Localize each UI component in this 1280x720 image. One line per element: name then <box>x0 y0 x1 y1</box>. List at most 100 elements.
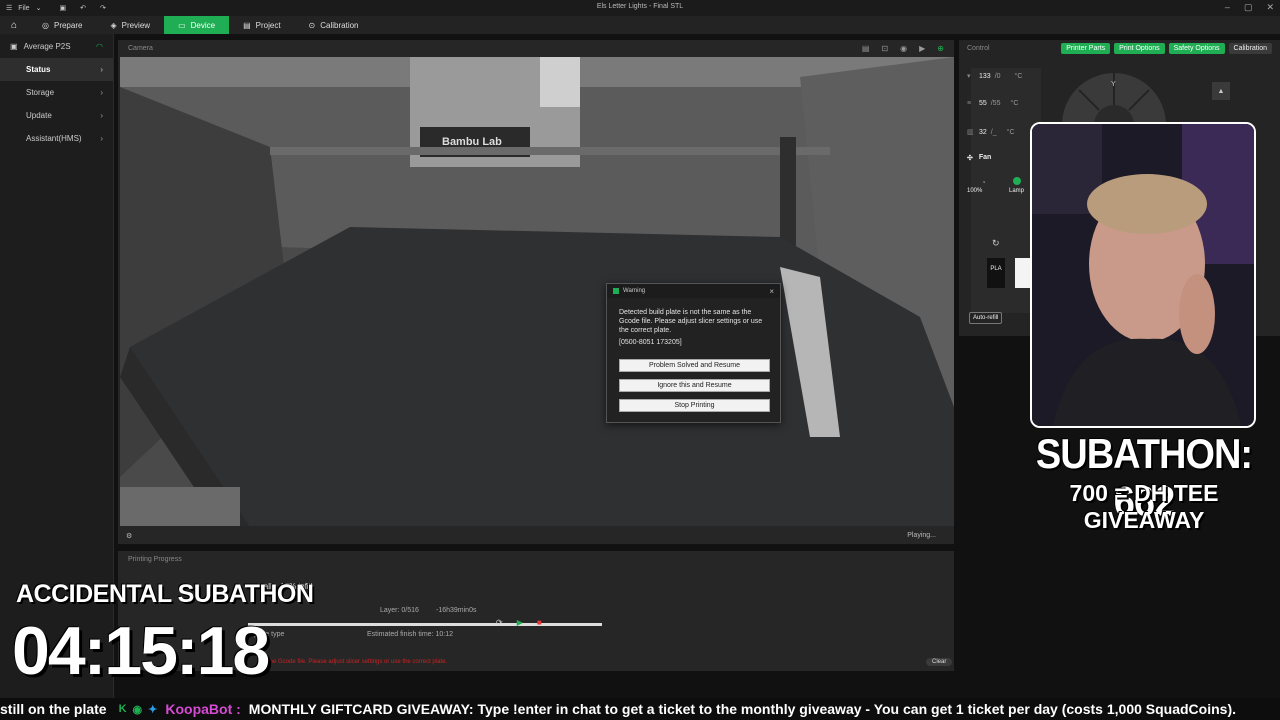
camera-footer: ⚙ Playing... <box>118 527 954 544</box>
sidebar-item-label: Assistant(HMS) <box>26 134 82 143</box>
undo-icon[interactable]: ↶ <box>80 4 86 12</box>
lamp-toggle[interactable] <box>1013 177 1021 185</box>
nozzle-target: /0 <box>994 72 1001 80</box>
sidebar-item-status[interactable]: Status › <box>0 58 113 81</box>
sidebar-item-label: Status <box>26 65 51 74</box>
temp-unit: °C <box>1006 128 1015 136</box>
tab-calibration[interactable]: ⊙ Calibration <box>295 16 373 34</box>
printer-parts-button[interactable]: Printer Parts <box>1061 42 1111 54</box>
chat-ticker: still on the plate K ◉ ✦ KoopaBot : MONT… <box>0 698 1280 720</box>
close-icon[interactable]: ✕ <box>1266 2 1274 13</box>
fan-section: ✣ Fan <box>967 154 991 162</box>
z-up-button[interactable]: ▲ <box>1212 82 1230 100</box>
verified-icon: ◉ <box>132 703 143 716</box>
stop-icon[interactable]: ■ <box>537 618 542 627</box>
webcam-overlay <box>1030 122 1256 428</box>
dialog-header: Warning × <box>607 284 780 298</box>
refresh-icon[interactable]: ↻ <box>992 238 1000 249</box>
subathon-timer: 04:15:18 <box>12 613 270 689</box>
cube-icon: ◎ <box>42 20 49 30</box>
filament-label: PLA <box>990 266 1002 272</box>
print-options-button[interactable]: Print Options <box>1114 42 1165 54</box>
streamer-video <box>1032 124 1254 426</box>
calibration-button[interactable]: Calibration <box>1228 42 1272 54</box>
calibration-icon: ⊙ <box>308 20 316 30</box>
k-badge-icon: K <box>118 702 127 715</box>
ignore-resume-button[interactable]: Ignore this and Resume <box>619 379 770 392</box>
title-bar: ☰ File ⌄ ▣ ↶ ↷ Els Letter Lights - Final… <box>0 0 1280 16</box>
window-title: Els Letter Lights - Final STL <box>596 3 684 10</box>
ticker-message: MONTHLY GIFTCARD GIVEAWAY: Type !enter i… <box>248 701 1237 717</box>
settings-icon[interactable]: ⚙ <box>126 532 132 540</box>
printer-selector[interactable]: ▣ Average P2S ◠ <box>0 34 113 58</box>
lamp-label: Lamp <box>1009 188 1025 194</box>
sidebar-item-storage[interactable]: Storage › <box>0 81 113 104</box>
print-controls: ⟳ ▶ ■ <box>496 618 542 627</box>
stop-printing-button[interactable]: Stop Printing <box>619 399 770 412</box>
tab-label: Device <box>190 20 216 30</box>
main-nav: ⌂ ◎ Prepare ◈ Preview ▭ Device ▤ Project ⊙ Ca… <box>0 16 1280 34</box>
chamber-icon: ▥ <box>967 129 974 136</box>
moderator-icon: ✦ <box>148 703 158 716</box>
stream-status: Playing... <box>907 532 936 539</box>
tab-prepare[interactable]: ◎ Prepare <box>28 16 96 34</box>
accidental-subathon-label: ACCIDENTAL SUBATHON <box>16 580 314 608</box>
problem-solved-resume-button[interactable]: Problem Solved and Resume <box>619 359 770 372</box>
sidebar-item-assistant[interactable]: Assistant(HMS) › <box>0 127 113 150</box>
skip-icon[interactable]: ⟳ <box>496 618 503 627</box>
home-icon[interactable]: ⌂ <box>0 16 28 34</box>
error-message: the Gcode file. Please adjust slicer set… <box>268 659 448 665</box>
safety-options-button[interactable]: Safety Options <box>1168 42 1225 54</box>
device-icon: ▭ <box>178 20 186 30</box>
auto-refill-button[interactable]: Auto-refill <box>969 312 1003 324</box>
jog-y-label: Y <box>1111 81 1116 88</box>
error-code: [0500-8051 173205] <box>619 339 682 346</box>
tab-device[interactable]: ▭ Device <box>164 16 230 34</box>
progress-header: Printing Progress <box>128 555 182 563</box>
minimize-icon[interactable]: – <box>1225 2 1230 13</box>
camera-header: Camera ▤ ⊡ ◉ ▶ ⊕ <box>118 40 954 56</box>
nozzle-icon: ▾ <box>967 73 971 80</box>
fan-icon: ✣ <box>967 155 973 162</box>
maximize-icon[interactable]: ▢ <box>1244 2 1253 13</box>
project-icon: ▤ <box>243 20 251 30</box>
file-menu[interactable]: File <box>18 5 29 12</box>
chamber-temp: 32 <box>979 128 987 136</box>
camera-switch-icon[interactable]: ⊡ <box>881 44 888 53</box>
camera-feed: Bambu Lab <box>120 57 954 526</box>
bed-temp-row[interactable]: ≡ 55 /55 °C <box>967 100 1018 107</box>
tab-preview[interactable]: ◈ Preview <box>96 16 164 34</box>
storage-icon[interactable]: ▤ <box>862 44 870 53</box>
resume-icon[interactable]: ▶ <box>517 618 523 627</box>
save-icon[interactable]: ▣ <box>59 4 66 12</box>
bed-temp: 55 <box>979 100 987 107</box>
close-icon[interactable]: × <box>769 287 774 296</box>
dialog-message: Detected build plate is not the same as … <box>619 309 763 334</box>
sidebar-item-update[interactable]: Update › <box>0 104 113 127</box>
video-icon[interactable]: ▶ <box>919 44 925 53</box>
bed-icon: ≡ <box>967 100 972 107</box>
sidebar-item-label: Update <box>26 111 52 120</box>
warning-dialog: Warning × Detected build plate is not th… <box>606 283 781 423</box>
tab-label: Preview <box>121 20 151 30</box>
temp-unit: °C <box>1010 100 1019 107</box>
tab-project[interactable]: ▤ Project <box>229 16 294 34</box>
hamburger-icon[interactable]: ☰ <box>6 4 12 12</box>
nozzle-temp-row[interactable]: ▾ 133 /0 °C <box>967 72 1022 81</box>
app-logo-icon <box>613 288 619 294</box>
camera-panel: Camera ▤ ⊡ ◉ ▶ ⊕ Bambu Lab ⚙ Playing... <box>118 40 954 544</box>
timelapse-icon[interactable]: ⊕ <box>937 44 944 53</box>
tab-label: Prepare <box>53 20 83 30</box>
redo-icon[interactable]: ↷ <box>100 4 106 12</box>
remaining-time: -16h39min0s <box>436 607 477 614</box>
fan-speed-icon[interactable]: ◔ <box>981 178 986 187</box>
chamber-temp-row[interactable]: ▥ 32 /_ °C <box>967 128 1015 137</box>
clear-button[interactable]: Clear <box>926 658 953 666</box>
control-title: Control <box>967 44 990 52</box>
chevron-down-icon[interactable]: ⌄ <box>36 4 42 12</box>
recording-icon[interactable]: ◉ <box>900 44 907 53</box>
camera-image: Bambu Lab <box>120 57 954 526</box>
progress-bar <box>248 623 602 626</box>
dialog-title: Warning <box>623 288 646 294</box>
filament-slot-1[interactable]: PLA <box>987 258 1005 288</box>
